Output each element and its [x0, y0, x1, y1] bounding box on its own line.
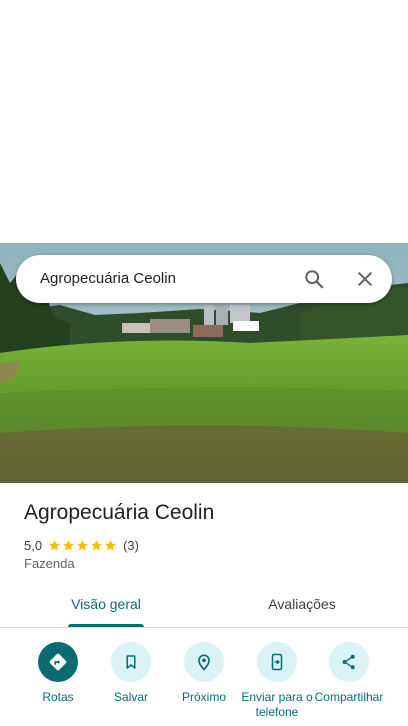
search-button[interactable]: [301, 266, 327, 292]
nearby-icon-circle: [184, 642, 224, 682]
tab-reviews[interactable]: Avaliações: [196, 583, 408, 627]
directions-button[interactable]: Rotas: [22, 642, 94, 705]
rating-value: 5,0: [24, 537, 43, 553]
rating-stars: [48, 539, 118, 552]
bookmark-icon: [126, 655, 136, 669]
share-icon: [342, 654, 355, 670]
place-category: Fazenda: [24, 556, 75, 571]
directions-icon: [49, 653, 67, 671]
clear-search-button[interactable]: [352, 266, 378, 292]
map-area[interactable]: [0, 0, 408, 243]
share-button[interactable]: Compartilhar: [313, 642, 385, 705]
tab-overview[interactable]: Visão geral: [0, 583, 212, 627]
save-icon-circle: [111, 642, 151, 682]
star-icon: [91, 539, 102, 550]
save-button[interactable]: Salvar: [95, 642, 167, 705]
search-bar[interactable]: Agropecuária Ceolin: [16, 255, 392, 303]
place-tabs: Visão geral Avaliações: [0, 583, 408, 628]
star-icon: [77, 539, 88, 550]
nearby-button[interactable]: Próximo: [168, 642, 240, 705]
place-page: Agropecuária Ceolin Agropecuária Ceolin …: [0, 0, 408, 726]
nearby-icon: [198, 654, 210, 671]
star-icon: [49, 539, 60, 550]
rating-row[interactable]: 5,0 (3): [24, 536, 139, 554]
star-icon: [63, 539, 74, 550]
directions-icon-circle: [38, 642, 78, 682]
review-count: (3): [123, 537, 139, 553]
search-icon: [305, 270, 324, 289]
place-name: Agropecuária Ceolin: [24, 501, 215, 524]
send-to-phone-button[interactable]: Enviar para o telefone: [241, 642, 313, 720]
send-to-phone-icon-circle: [257, 642, 297, 682]
tab-selected-indicator: [68, 624, 144, 627]
close-icon: [358, 272, 372, 286]
star-icon: [105, 539, 116, 550]
send-to-phone-icon: [271, 653, 283, 671]
send-to-phone-label: Enviar para o telefone: [241, 690, 313, 719]
share-label: Compartilhar: [314, 690, 384, 704]
share-icon-circle: [329, 642, 369, 682]
save-label: Salvar: [113, 690, 148, 704]
directions-label: Rotas: [42, 690, 74, 704]
search-input[interactable]: Agropecuária Ceolin: [40, 255, 176, 303]
nearby-label: Próximo: [181, 690, 226, 704]
